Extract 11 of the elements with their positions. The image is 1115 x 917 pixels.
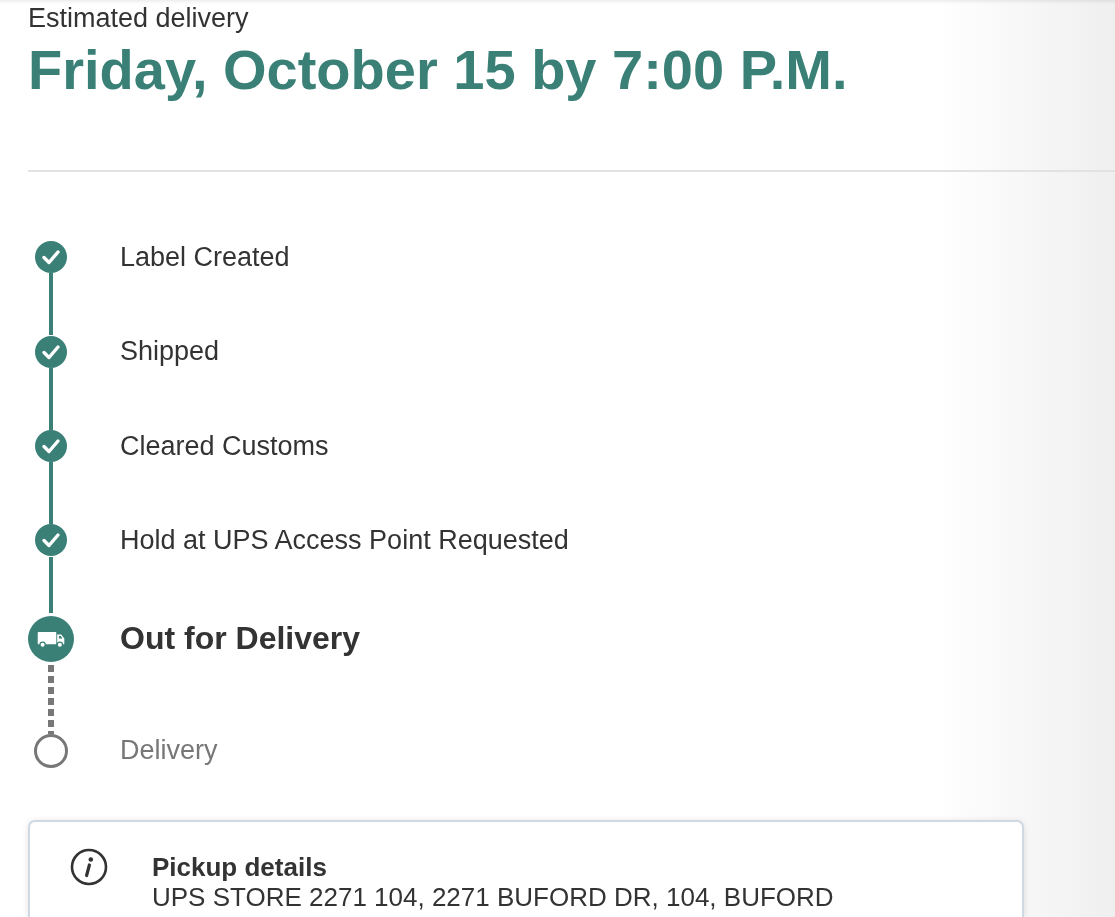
step-label: Out for Delivery <box>120 619 361 658</box>
estimated-delivery-label: Estimated delivery <box>28 3 249 33</box>
step-label: Shipped <box>120 335 220 368</box>
pickup-address: UPS STORE 2271 104, 2271 BUFORD DR, 104, BUFORD <box>152 881 834 912</box>
step-label: Label Created <box>120 241 290 274</box>
step-label: Delivery <box>120 734 218 767</box>
info-icon <box>70 847 108 886</box>
pickup-details-title: Pickup details <box>152 851 327 882</box>
estimated-delivery-date: Friday, October 15 by 7:00 P.M. <box>28 37 848 103</box>
step-label: Hold at UPS Access Point Requested <box>120 524 569 557</box>
step-label: Cleared Customs <box>120 429 329 463</box>
